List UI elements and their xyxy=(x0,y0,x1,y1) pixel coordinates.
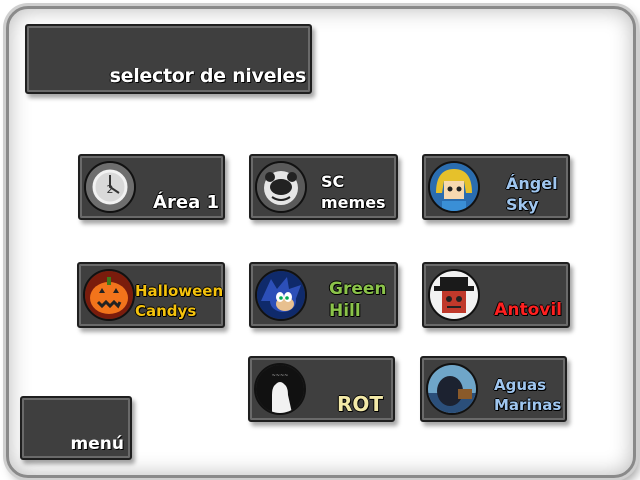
level-label-line1: Aguas xyxy=(494,376,547,394)
level-label-line2: Hill xyxy=(329,301,361,321)
menu-button-label: menú xyxy=(70,434,124,454)
level-button-angel-sky[interactable]: Ángel Sky xyxy=(422,154,570,220)
hedgehog-icon xyxy=(255,269,307,321)
level-button-halloween-candys[interactable]: Halloween Candys xyxy=(77,262,225,328)
level-button-rot[interactable]: ~~~~ ROT xyxy=(248,356,395,422)
clock-icon: 2 xyxy=(84,161,136,213)
level-button-aguas-marinas[interactable]: Aguas Marinas xyxy=(420,356,567,422)
level-label: ROT xyxy=(336,392,383,416)
svg-text:2: 2 xyxy=(107,183,114,196)
level-label: Antovil xyxy=(494,300,562,320)
blonde-character-icon xyxy=(428,161,480,213)
level-label-line2: Marinas xyxy=(494,396,562,414)
level-label-line2: memes xyxy=(321,193,386,212)
level-button-sc-memes[interactable]: SC memes xyxy=(249,154,398,220)
svg-text:~~~~: ~~~~ xyxy=(272,373,289,379)
silhouette-icon: ~~~~ xyxy=(254,363,306,415)
level-label-line1: Halloween xyxy=(135,282,224,300)
level-label: Área 1 xyxy=(153,192,219,213)
level-button-area-1[interactable]: 2 Área 1 xyxy=(78,154,225,220)
level-button-green-hill[interactable]: Green Hill xyxy=(249,262,398,328)
level-label-line2: Candys xyxy=(135,302,197,320)
hat-character-icon xyxy=(428,269,480,321)
level-label-line1: Green xyxy=(329,279,387,299)
level-label-line2: Sky xyxy=(506,195,539,214)
level-button-antovil[interactable]: Antovil xyxy=(422,262,570,328)
level-label-line1: Ángel xyxy=(506,174,558,193)
title-panel: selector de niveles xyxy=(25,24,312,94)
level-label-line1: SC xyxy=(321,172,345,191)
sea-icon xyxy=(426,363,478,415)
mouse-face-icon xyxy=(255,161,307,213)
pumpkin-icon xyxy=(83,269,135,321)
menu-button[interactable]: menú xyxy=(20,396,132,460)
page-title: selector de niveles xyxy=(109,65,307,87)
